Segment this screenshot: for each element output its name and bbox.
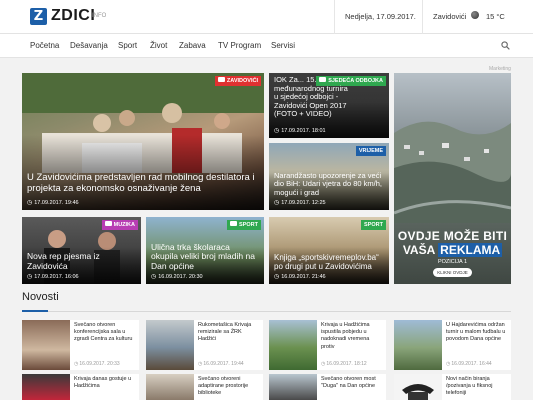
news-thumbnail (269, 374, 317, 400)
camera-icon (230, 221, 238, 226)
news-thumbnail (22, 320, 70, 370)
news-thumbnail (394, 320, 442, 370)
ad-headline-2: VAŠA REKLAMA (402, 243, 503, 257)
news-item[interactable]: Krivaja u Hadžićima ispustila pobjedu u … (269, 320, 386, 370)
nav-item-zivot[interactable]: Život (150, 41, 167, 50)
search-icon[interactable] (501, 41, 510, 50)
nav-item-servisi[interactable]: Servisi (271, 41, 295, 50)
article-title[interactable]: U Zavidovićima predstavljen rad mobilnog… (27, 172, 259, 194)
article-date: 17.09.2017. 19:46 (27, 199, 78, 206)
header-divider (334, 0, 335, 34)
featured-article-card[interactable]: ZAVIDOVIĆI U Zavidovićima predstavljen r… (22, 73, 264, 210)
featured-article-card[interactable]: MUZIKA Nova rep pjesma iz Zavidovića 17.… (22, 217, 141, 284)
category-badge[interactable]: MUZIKA (101, 220, 138, 230)
category-badge[interactable]: VRIJEME (355, 146, 386, 156)
ad-position-label: POZICIJA 1 (437, 259, 468, 265)
news-thumbnail (146, 320, 194, 370)
article-title[interactable]: IOK Za... 15. međunarodnog turnira u sje… (274, 75, 349, 119)
article-date: 16.09.2017. 21:46 (274, 273, 325, 280)
article-date: 17.09.2017. 18:01 (274, 127, 325, 134)
news-title[interactable]: Rukometašica Krivaja remizirale sa ŽRK H… (198, 322, 261, 344)
featured-article-card[interactable]: SJEDEĆA ODBOJKA IOK Za... 15. međunarodn… (269, 73, 389, 138)
featured-article-card[interactable]: SPORT Knjiga „sportskivremeplov.ba“ po d… (269, 217, 389, 284)
ad-cta-button[interactable]: KLIKNI OVDJE (433, 268, 472, 277)
nav-item-sport[interactable]: Sport (118, 41, 137, 50)
section-title: Novosti (22, 291, 59, 303)
section-divider-accent (22, 310, 48, 312)
news-item[interactable]: Rukometašica Krivaja remizirale sa ŽRK H… (146, 320, 263, 370)
top-header: Z ZDICI INFO Nedjelja, 17.09.2017. Zavid… (0, 0, 533, 34)
category-badge[interactable]: SPORT (227, 220, 261, 230)
section-divider (22, 311, 511, 312)
news-title[interactable]: Svečano otvoreni adaptirane prostorije b… (198, 376, 261, 398)
news-item[interactable]: Krivaja danas gostuje u Hadžićima (22, 374, 139, 400)
article-title[interactable]: Nova rep pjesma iz Zavidovića (27, 251, 136, 271)
ad-photo (394, 121, 511, 223)
category-badge[interactable]: ZAVIDOVIĆI (214, 76, 261, 86)
header-divider (422, 0, 423, 34)
ad-headline: OVDJE MOŽE BITI (397, 229, 508, 243)
logo-subtext: INFO (92, 13, 107, 19)
logo-text[interactable]: ZDICI (51, 7, 95, 25)
article-date: 16.09.2017. 20:30 (151, 273, 202, 280)
news-title[interactable]: Svečano otvoren konferencijska sala u zg… (74, 322, 137, 344)
weather-city: Zavidovići (433, 12, 467, 21)
advertisement-banner[interactable]: OVDJE MOŽE BITI VAŠA REKLAMA POZICIJA 1 … (394, 73, 511, 284)
news-date: 16.09.2017. 18:12 (321, 361, 366, 367)
news-date: 16.09.2017. 19:44 (198, 361, 243, 367)
news-item[interactable]: Svečano otvoren most "Duga" na Dan općin… (269, 374, 386, 400)
main-navigation: Početna Dešavanja Sport Život Zabava TV … (0, 34, 533, 58)
news-title[interactable]: Novi način biranja /pozivanja u fiksnoj … (446, 376, 509, 398)
article-title[interactable]: Ulična trka školaraca okupila veliki bro… (151, 242, 259, 272)
nav-item-desavanja[interactable]: Dešavanja (70, 41, 108, 50)
weather-temperature: 15 °C (486, 12, 505, 21)
camera-icon (217, 77, 225, 82)
category-badge[interactable]: SPORT (361, 220, 386, 230)
article-title[interactable]: Narandžasto upozorenje za veći dio BiH: … (274, 171, 384, 198)
news-title[interactable]: Krivaja danas gostuje u Hadžićima (74, 376, 137, 390)
news-item[interactable]: U Hajdarevićima održan turnir u malom fu… (394, 320, 511, 370)
featured-article-card[interactable]: SPORT Ulična trka školaraca okupila veli… (146, 217, 264, 284)
nav-item-zabava[interactable]: Zabava (179, 41, 206, 50)
news-date: 16.09.2017. 20:33 (74, 361, 119, 367)
camera-icon (104, 221, 112, 226)
news-title[interactable]: Svečano otvoren most "Duga" na Dan općin… (321, 376, 384, 390)
news-item[interactable]: Novi način biranja /pozivanja u fiksnoj … (394, 374, 511, 400)
marketing-label: Marketing (489, 66, 511, 72)
news-item[interactable]: Svečano otvoreni adaptirane prostorije b… (146, 374, 263, 400)
news-thumbnail (146, 374, 194, 400)
news-date: 16.09.2017. 16:44 (446, 361, 491, 367)
logo-icon[interactable]: Z (30, 8, 47, 25)
news-thumbnail (394, 374, 442, 400)
news-title[interactable]: U Hajdarevićima održan turnir u malom fu… (446, 322, 509, 344)
news-thumbnail (269, 320, 317, 370)
weather-icon (471, 11, 479, 19)
article-date: 17.09.2017. 12:25 (274, 199, 325, 206)
nav-item-tv-program[interactable]: TV Program (218, 41, 261, 50)
current-date: Nedjelja, 17.09.2017. (345, 12, 416, 21)
article-date: 17.09.2017. 16:06 (27, 273, 78, 280)
article-title[interactable]: Knjiga „sportskivremeplov.ba“ po drugi p… (274, 253, 384, 271)
news-item[interactable]: Svečano otvoren konferencijska sala u zg… (22, 320, 139, 370)
telephone-icon (402, 384, 434, 400)
news-title[interactable]: Krivaja u Hadžićima ispustila pobjedu u … (321, 322, 384, 351)
news-thumbnail (22, 374, 70, 400)
featured-article-card[interactable]: VRIJEME Narandžasto upozorenje za veći d… (269, 143, 389, 210)
nav-item-pocetna[interactable]: Početna (30, 41, 59, 50)
